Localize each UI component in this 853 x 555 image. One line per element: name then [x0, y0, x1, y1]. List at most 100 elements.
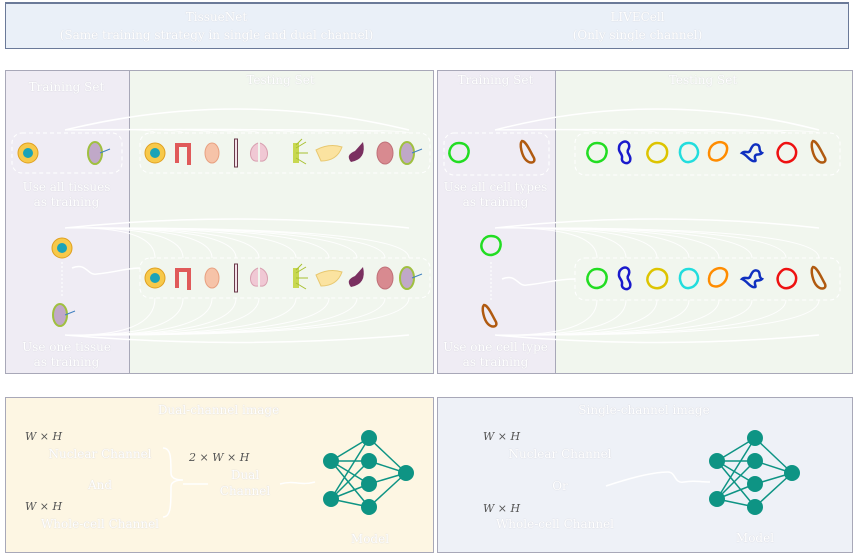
single-model-node	[747, 430, 763, 446]
cell-outline	[617, 140, 632, 165]
cell-outline	[646, 267, 669, 290]
lc-testing-label: Testing Set	[668, 73, 738, 87]
single-model-node	[709, 453, 725, 469]
dual-out-dim: 2 × W × H	[189, 451, 250, 464]
tissue-icon-cell	[57, 243, 67, 253]
single-model-label: Model	[735, 531, 775, 545]
lc-all-label-1: Use all cell types	[443, 180, 548, 194]
arrow	[494, 227, 658, 259]
cell-outline	[586, 267, 608, 290]
arrow	[64, 218, 410, 229]
dual-model-node	[323, 491, 339, 507]
tn-testing-label: Testing Set	[246, 73, 315, 87]
tn-one-label-1: Use one tissue	[22, 340, 111, 354]
tissue-icon-breast	[204, 267, 220, 289]
tn-one-label-2: as training	[33, 355, 100, 369]
single-model-node	[784, 465, 800, 481]
tissue-icon-esophagus	[234, 263, 238, 293]
dual-conj: And	[87, 478, 113, 492]
dual-model-node	[361, 453, 377, 469]
dual-dim2: W × H	[25, 500, 63, 513]
single-model-node	[747, 453, 763, 469]
brace	[162, 447, 184, 518]
arrow	[71, 265, 141, 275]
tissue-icon-breast	[204, 142, 220, 164]
arrow	[494, 299, 820, 336]
cell-outline	[519, 139, 536, 164]
dual-dim1: W × H	[25, 430, 63, 443]
cell-outline	[448, 141, 470, 164]
tissue-icon-cell	[150, 273, 160, 283]
single-model-node	[709, 491, 725, 507]
tissue-icon-pancreas	[315, 270, 343, 287]
lc-training-label: Training Set	[457, 73, 534, 87]
tn-all-label-1: Use all tissues	[22, 180, 111, 194]
cell-outline	[480, 234, 502, 257]
arrow	[494, 218, 820, 229]
tissue-icon-lung	[250, 267, 268, 287]
arrow	[64, 227, 386, 259]
dual-out-1: Dual	[230, 468, 260, 482]
cell-outline	[707, 267, 729, 288]
arrow	[64, 297, 237, 336]
tn-all-label-2: as training	[33, 195, 100, 209]
cell-outline	[776, 141, 798, 164]
cell-outline	[810, 265, 827, 290]
single-dim1: W × H	[483, 430, 521, 443]
single-title: Single-channel image	[578, 403, 710, 417]
arrow	[605, 471, 711, 487]
dual-ch1: Nuclear Channel	[48, 447, 152, 461]
arrow	[64, 297, 386, 336]
tissue-icon-spleen	[348, 142, 364, 162]
single-model-node	[747, 499, 763, 515]
tissue-icon-colon	[175, 268, 191, 290]
arrow	[494, 227, 690, 259]
arrow	[501, 276, 576, 286]
dual-out-2: Channel	[219, 484, 271, 498]
lc-one-label-1: Use one cell type	[443, 340, 548, 354]
cell-outline	[810, 139, 827, 164]
tissue-icon-pancreas	[315, 145, 343, 162]
dual-model-label: Model	[350, 532, 390, 546]
single-conj: Or	[552, 479, 568, 493]
tissue-icon-colon	[175, 143, 191, 165]
cell-outline	[739, 269, 765, 289]
arrow	[64, 108, 410, 131]
single-model-node	[747, 476, 763, 492]
tissue-icon-tonsil	[376, 141, 394, 165]
arrow	[494, 108, 820, 131]
dual-model-node	[323, 453, 339, 469]
dual-model-node	[361, 430, 377, 446]
cell-outline	[678, 141, 700, 164]
lc-all-label-2: as training	[462, 195, 529, 209]
dashed-group-box	[574, 257, 841, 301]
dual-model-node	[398, 465, 414, 481]
tissue-icon-lymph-node	[399, 141, 415, 165]
tissue-icon-cell	[23, 148, 33, 158]
tissue-icon-esophagus	[234, 138, 238, 168]
cell-outline	[646, 141, 669, 164]
dual-ch2: Whole-cell Channel	[40, 517, 160, 531]
tn-training-label: Training Set	[28, 80, 105, 94]
single-dim2: W × H	[483, 502, 521, 515]
dashed-group-box	[574, 132, 841, 176]
tissue-icon-cell	[150, 148, 160, 158]
tissue-icon-lymph-node	[52, 303, 68, 327]
cell-outline	[617, 266, 632, 291]
cell-outline	[586, 141, 608, 164]
cell-outline	[776, 267, 798, 290]
tissue-icon-lung	[250, 142, 268, 162]
arrow	[494, 299, 658, 336]
single-ch2: Whole-cell Channel	[495, 517, 615, 531]
tissue-icon-tonsil	[376, 266, 394, 290]
single-ch1: Nuclear Channel	[508, 447, 612, 461]
dual-title: Dual-channel image	[157, 403, 280, 417]
cell-outline	[707, 141, 729, 162]
arrow	[64, 227, 237, 259]
arrow	[494, 227, 820, 259]
tissue-icon-spleen	[348, 267, 364, 287]
dual-model-node	[361, 476, 377, 492]
cell-outline	[739, 143, 765, 163]
tissue-icon-lymph-node	[87, 141, 103, 165]
tissue-icon-lymph-node	[399, 266, 415, 290]
